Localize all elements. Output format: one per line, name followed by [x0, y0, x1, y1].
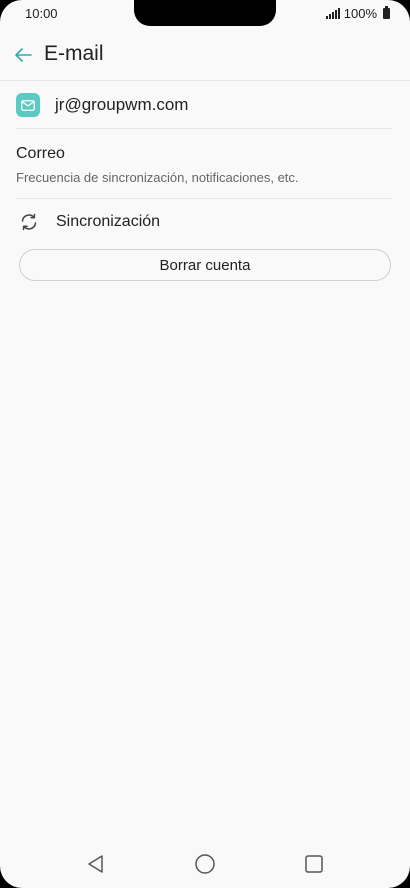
correo-subtitle: Frecuencia de sincronización, notificaci… — [16, 170, 299, 185]
account-email: jr@groupwm.com — [55, 95, 189, 114]
battery-icon — [383, 5, 390, 19]
status-time: 10:00 — [25, 6, 58, 21]
arrow-left-icon — [15, 48, 32, 62]
square-recent-icon — [305, 855, 323, 873]
nav-recent-button[interactable] — [300, 850, 328, 878]
account-row: jr@groupwm.com — [16, 82, 392, 129]
sync-setting-item[interactable]: Sincronización — [16, 200, 392, 244]
navigation-bar — [0, 840, 410, 888]
back-button[interactable] — [8, 40, 38, 70]
circle-home-icon — [195, 854, 215, 874]
camera-notch — [134, 0, 276, 26]
correo-title: Correo — [16, 145, 65, 162]
signal-icon — [325, 7, 340, 19]
screen: 10:00 100% E-mail jr@groupwm.com Correo … — [0, 0, 410, 888]
nav-back-button[interactable] — [82, 850, 110, 878]
app-bar: E-mail — [0, 30, 410, 81]
nav-home-button[interactable] — [191, 850, 219, 878]
sync-label: Sincronización — [56, 213, 161, 230]
status-indicators: 100% — [325, 5, 390, 21]
page-title: E-mail — [44, 42, 104, 65]
delete-account-button[interactable]: Borrar cuenta — [19, 249, 391, 281]
sync-icon — [18, 211, 40, 233]
correo-setting-item[interactable]: Correo Frecuencia de sincronización, not… — [16, 130, 392, 199]
triangle-back-icon — [88, 855, 103, 873]
battery-percent: 100% — [343, 5, 377, 21]
mail-icon — [16, 93, 40, 117]
status-bar: 10:00 100% — [0, 0, 410, 28]
